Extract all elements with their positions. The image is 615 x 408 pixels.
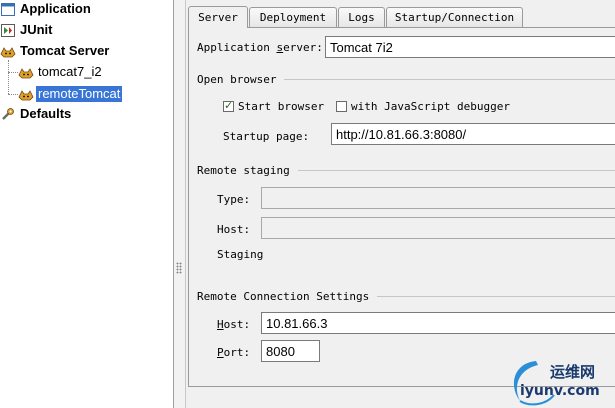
junit-icon <box>0 23 16 37</box>
tree-item-tomcat-server[interactable]: Tomcat Server <box>0 42 111 60</box>
tree-item-application[interactable]: Application <box>0 0 93 18</box>
tree-connector <box>8 94 18 95</box>
tree-item-remote-tomcat[interactable]: remoteTomcat <box>18 85 123 103</box>
checkbox-checked-icon[interactable] <box>223 99 234 112</box>
port-label: Port: <box>217 346 251 359</box>
tab-deployment[interactable]: Deployment <box>249 7 337 27</box>
settings-panel: Server Deployment Logs Startup/Connectio… <box>186 0 615 408</box>
section-divider <box>297 170 615 171</box>
app-server-value: Tomcat 7i2 <box>330 39 393 55</box>
defaults-wrench-icon <box>0 107 16 121</box>
tab-server[interactable]: Server <box>188 6 248 28</box>
type-label: Type: <box>217 193 251 206</box>
tree-item-defaults[interactable]: Defaults <box>0 105 73 123</box>
conn-host-input[interactable]: 10.81.66.3 <box>261 312 615 334</box>
remote-connection-section: Remote Connection Settings <box>197 290 615 303</box>
js-debugger-checkbox[interactable]: with JavaScript debugger <box>336 100 510 113</box>
section-title: Remote Connection Settings <box>197 290 370 303</box>
section-title: Open browser <box>197 73 277 86</box>
panel-splitter[interactable] <box>173 0 186 408</box>
tab-startup-connection[interactable]: Startup/Connection <box>386 7 523 27</box>
tree-item-label: Tomcat Server <box>20 43 110 58</box>
tomcat-icon <box>18 87 34 101</box>
staging-type-input[interactable] <box>261 187 615 209</box>
watermark-cn-text: 运维网 <box>550 363 596 381</box>
configuration-tree: Application JUnit Tomcat Server tomcat7_… <box>0 0 173 408</box>
section-divider <box>284 79 615 80</box>
start-browser-label: Start browser <box>238 100 325 113</box>
port-value: 8080 <box>266 343 295 359</box>
js-debugger-label: with JavaScript debugger <box>351 100 510 113</box>
startup-page-label: Startup page: <box>223 130 310 143</box>
splitter-grip-icon[interactable] <box>176 262 182 274</box>
tab-bar: Server Deployment Logs Startup/Connectio… <box>186 6 615 28</box>
host-label: Host: <box>217 223 251 236</box>
app-server-label: Application server: <box>197 41 323 54</box>
startup-page-input[interactable]: http://10.81.66.3:8080/ <box>331 123 615 145</box>
tree-connector <box>8 72 18 73</box>
remote-staging-section: Remote staging <box>197 164 615 177</box>
open-browser-section: Open browser <box>197 73 615 86</box>
tree-item-label: remoteTomcat <box>36 86 123 102</box>
tree-connector <box>8 60 9 94</box>
app-server-select[interactable]: Tomcat 7i2 <box>325 36 615 58</box>
tomcat-icon <box>0 44 16 58</box>
tree-item-label: Defaults <box>20 106 72 121</box>
watermark-en-text: iyunv.com <box>520 383 600 399</box>
tree-item-label: tomcat7_i2 <box>38 64 102 79</box>
port-input[interactable]: 8080 <box>261 340 320 362</box>
tree-item-tomcat7-i2[interactable]: tomcat7_i2 <box>18 63 104 81</box>
tomcat-icon <box>18 65 34 79</box>
conn-host-value: 10.81.66.3 <box>266 315 328 331</box>
section-title: Remote staging <box>197 164 290 177</box>
startup-page-value: http://10.81.66.3:8080/ <box>336 126 467 142</box>
checkbox-unchecked-icon[interactable] <box>336 101 347 112</box>
staging-label: Staging <box>217 248 264 261</box>
tree-item-label: Application <box>20 1 91 16</box>
tree-item-label: JUnit <box>20 22 53 37</box>
tree-item-junit[interactable]: JUnit <box>0 21 55 39</box>
server-tab-content: Application server: Tomcat 7i2 Open brow… <box>188 27 615 387</box>
application-icon <box>0 2 16 16</box>
tab-logs[interactable]: Logs <box>338 7 385 27</box>
watermark-logo: 运维网 iyunv.com <box>506 355 615 408</box>
conn-host-label: Host: <box>217 318 251 331</box>
start-browser-checkbox[interactable]: Start browser <box>223 99 325 113</box>
staging-host-input[interactable] <box>261 217 615 239</box>
section-divider <box>377 296 615 297</box>
